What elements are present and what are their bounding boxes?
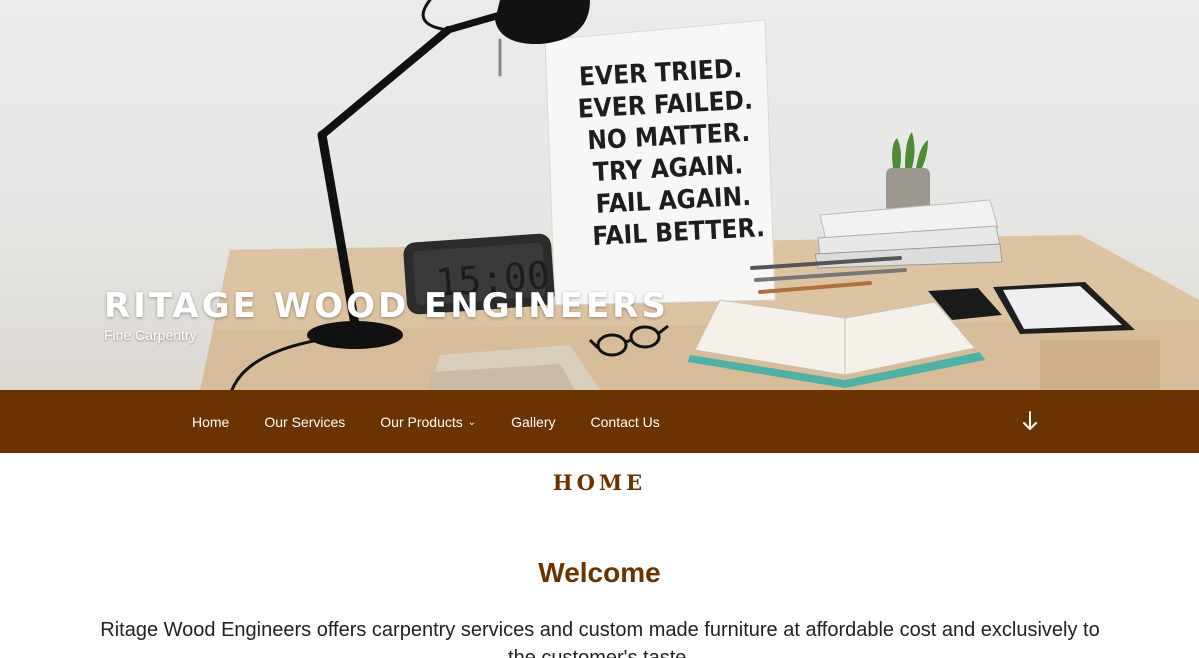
hero-header-image: EVER TRIED. EVER FAILED. NO MATTER. TRY … — [0, 0, 1199, 390]
nav-item-label: Home — [192, 413, 230, 430]
site-tagline: Fine Carpentry — [104, 327, 197, 343]
nav-item-gallery[interactable]: Gallery — [511, 414, 555, 430]
site-title[interactable]: RITAGE WOOD ENGINEERS — [104, 286, 669, 326]
nav-menu: Home Our Services Our Products ⌄ Gallery… — [192, 390, 695, 453]
nav-item-label: Contact Us — [590, 413, 660, 430]
chevron-down-icon: ⌄ — [467, 417, 477, 428]
nav-item-our-products[interactable]: Our Products ⌄ — [380, 414, 476, 430]
welcome-heading: Welcome — [538, 557, 661, 588]
page-title: HOME — [552, 470, 647, 495]
nav-item-label: Our Services — [264, 413, 346, 430]
arrow-down-icon[interactable] — [1019, 408, 1041, 434]
intro-paragraph: Ritage Wood Engineers offers carpentry s… — [100, 619, 1100, 658]
nav-item-label: Our Products — [380, 413, 463, 430]
motivational-poster: EVER TRIED. EVER FAILED. NO MATTER. TRY … — [544, 19, 776, 306]
potted-plant — [886, 132, 930, 212]
nav-item-our-services[interactable]: Our Services — [264, 414, 345, 430]
nav-item-home[interactable]: Home — [192, 414, 229, 430]
book-stack — [814, 199, 1003, 269]
nav-item-contact-us[interactable]: Contact Us — [591, 414, 660, 430]
nav-item-label: Gallery — [511, 413, 556, 430]
